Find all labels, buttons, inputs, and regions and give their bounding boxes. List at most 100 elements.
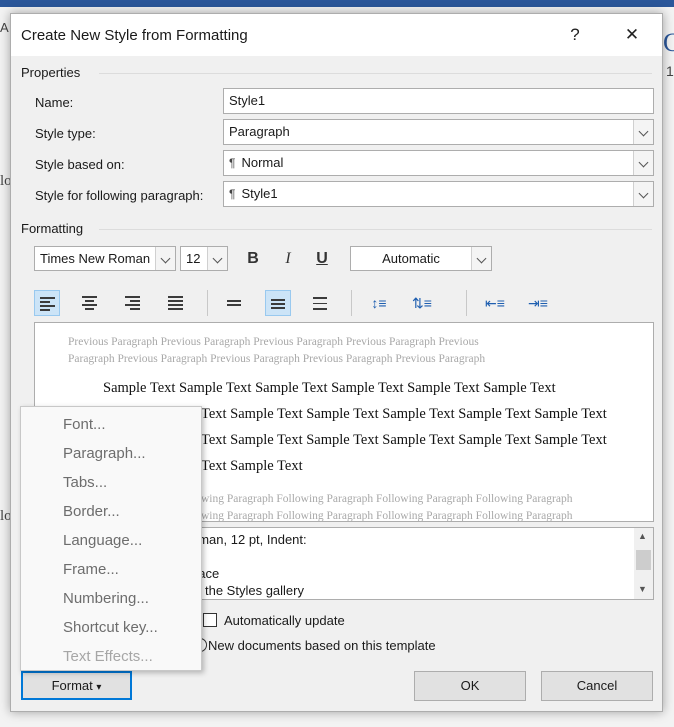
decrease-indent-icon: ⇤≡ [485,295,505,311]
justify-icon [168,296,183,310]
style-type-label: Style type: [35,126,96,141]
word-ribbon-strip [0,0,674,7]
increase-paragraph-spacing-icon: ↕≡ [371,295,387,311]
auto-update-label: Automatically update [224,613,345,628]
menu-item-label: Shortcut key... [63,619,158,636]
toolbar-separator [466,290,467,316]
dialog-title: Create New Style from Formatting [21,27,248,44]
font-size-select[interactable]: 12 [180,246,228,271]
increase-indent-button[interactable]: ⇥≡ [525,290,551,316]
preview-sample-text: Text Sample Text [201,458,303,474]
increase-spacing-button[interactable]: ↕≡ [366,290,392,316]
preview-previous-paragraph: Paragraph Previous Paragraph Previous Pa… [68,353,486,365]
paragraph-mark-icon: ¶ [229,156,236,170]
menu-item-language[interactable]: Language... [21,526,201,555]
menu-item-label: Text Effects... [63,648,153,665]
toolbar-separator [207,290,208,316]
preview-following-paragraph: wing Paragraph Following Paragraph Follo… [201,493,573,505]
justify-button[interactable] [163,290,189,316]
description-scrollbar[interactable]: ▲ ▼ [634,528,653,599]
dialog-titlebar: Create New Style from Formatting ? ✕ [11,14,662,56]
chevron-up-icon[interactable]: ▲ [638,531,647,541]
new-documents-label: New documents based on this template [208,638,436,653]
menu-item-label: Tabs... [63,474,108,491]
underline-button[interactable]: U [309,246,335,272]
chevron-down-icon[interactable]: ▼ [638,584,647,594]
font-size-value: 12 [186,251,201,266]
description-line: oman, 12 pt, Indent: [191,532,307,547]
chevron-down-icon[interactable] [633,151,653,175]
background-fragment: C [663,28,674,57]
menu-item-numbering[interactable]: Numbering... [21,584,201,613]
double-spacing-icon [313,297,328,311]
menu-item-border[interactable]: Border... [21,497,201,526]
preview-sample-text: Sample Text Sample Text Sample Text Samp… [103,380,556,396]
background-fragment: 1 [666,63,674,79]
menu-item-tabs[interactable]: Tabs... [21,468,201,497]
align-center-button[interactable] [77,290,103,316]
format-menu: Font... Paragraph... Tabs... Border... L… [20,406,202,671]
decrease-spacing-button[interactable]: ⇅≡ [409,290,435,316]
formatting-divider [99,229,652,230]
preview-sample-text: Text Sample Text Sample Text Sample Text… [201,432,607,448]
format-button[interactable]: Format ▾ [21,671,132,700]
name-input[interactable]: Style1 [223,88,654,114]
auto-update-checkbox[interactable] [203,613,217,627]
formatting-heading: Formatting [21,221,84,236]
following-paragraph-label: Style for following paragraph: [35,188,204,203]
help-button[interactable]: ? [560,22,590,48]
close-button[interactable]: ✕ [617,22,647,48]
one-half-spacing-button[interactable] [265,290,291,316]
decrease-paragraph-spacing-icon: ⇅≡ [412,295,432,311]
paragraph-mark-icon: ¶ [229,187,236,201]
single-spacing-icon [227,300,242,314]
based-on-value: Normal [241,155,284,170]
font-name-value: Times New Roman [40,251,151,266]
menu-item-font[interactable]: Font... [21,410,201,439]
bold-button[interactable]: B [240,246,266,272]
menu-item-label: Paragraph... [63,445,146,462]
cancel-button[interactable]: Cancel [541,671,653,701]
ok-button[interactable]: OK [414,671,526,701]
menu-item-label: Border... [63,503,120,520]
menu-item-label: Frame... [63,561,119,578]
following-paragraph-value: Style1 [241,186,278,201]
properties-heading: Properties [21,65,81,80]
chevron-down-icon[interactable] [471,247,491,270]
double-spacing-button[interactable] [308,290,334,316]
menu-item-label: Language... [63,532,143,549]
following-paragraph-select[interactable]: ¶ Style1 [223,181,654,207]
align-left-button[interactable] [34,290,60,316]
chevron-down-icon[interactable] [633,120,653,144]
menu-item-label: Font... [63,416,106,433]
font-color-select[interactable]: Automatic [350,246,492,271]
menu-item-frame[interactable]: Frame... [21,555,201,584]
preview-following-paragraph: wing Paragraph Following Paragraph Follo… [201,510,573,522]
description-line: the Styles gallery [205,583,304,598]
decrease-indent-button[interactable]: ⇤≡ [482,290,508,316]
scrollbar-thumb[interactable] [636,550,651,570]
chevron-down-icon[interactable] [207,247,227,270]
one-half-spacing-icon [271,299,286,313]
menu-item-paragraph[interactable]: Paragraph... [21,439,201,468]
toolbar-separator [351,290,352,316]
font-name-select[interactable]: Times New Roman [34,246,176,271]
style-type-select[interactable]: Paragraph [223,119,654,145]
properties-divider [99,73,652,74]
style-type-value: Paragraph [229,124,290,139]
preview-sample-text: Text Sample Text Sample Text Sample Text… [201,406,607,422]
align-right-icon [125,296,140,310]
chevron-down-icon[interactable] [633,182,653,206]
based-on-label: Style based on: [35,157,125,172]
increase-indent-icon: ⇥≡ [528,295,548,311]
caret-down-icon: ▾ [96,682,102,693]
single-spacing-button[interactable] [222,290,248,316]
format-button-label: Format [51,678,93,693]
preview-previous-paragraph: Previous Paragraph Previous Paragraph Pr… [68,336,479,348]
name-label: Name: [35,95,74,110]
italic-button[interactable]: I [275,246,301,272]
based-on-select[interactable]: ¶ Normal [223,150,654,176]
align-right-button[interactable] [120,290,146,316]
chevron-down-icon[interactable] [155,247,175,270]
menu-item-shortcut-key[interactable]: Shortcut key... [21,613,201,642]
